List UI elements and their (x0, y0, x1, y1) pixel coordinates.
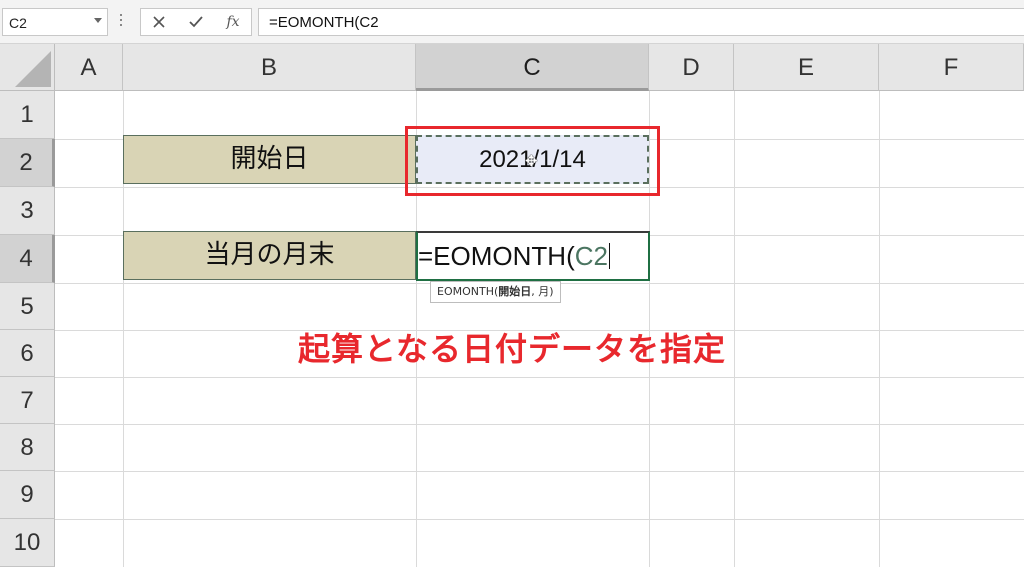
row-header-1[interactable]: 1 (0, 91, 55, 139)
chevron-down-icon[interactable] (94, 18, 102, 23)
gridline (734, 91, 735, 567)
highlight-box (405, 126, 660, 196)
resize-handle-icon[interactable] (119, 14, 123, 30)
formula-buttons: fx (140, 8, 252, 36)
column-header-d[interactable]: D (649, 44, 734, 91)
column-header-b[interactable]: B (123, 44, 416, 91)
row-header-6[interactable]: 6 (0, 330, 55, 377)
row-header-8[interactable]: 8 (0, 424, 55, 471)
gridline (55, 471, 1024, 472)
formula-bar: C2 fx =EOMONTH(C2 (0, 0, 1024, 44)
formula-prefix: =EOMONTH( (418, 241, 575, 271)
tooltip-func: EOMONTH( (437, 285, 499, 298)
annotation-text: 起算となる日付データを指定 (298, 330, 727, 368)
gridline (879, 91, 880, 567)
tooltip-rest: , 月) (531, 285, 554, 298)
row-header-10[interactable]: 10 (0, 519, 55, 567)
tooltip-arg-current[interactable]: 開始日 (498, 285, 531, 298)
name-box[interactable]: C2 (2, 8, 108, 36)
gridline (55, 377, 1024, 378)
column-header-c[interactable]: C (416, 44, 649, 91)
row-header-9[interactable]: 9 (0, 471, 55, 519)
cell-reference: C2 (574, 241, 608, 271)
row-header-2[interactable]: 2 (0, 139, 55, 187)
spreadsheet-grid: A B C D E F 1 2 3 4 5 6 7 8 9 10 開始日 202… (0, 44, 1024, 567)
row-header-3[interactable]: 3 (0, 187, 55, 235)
column-header-f[interactable]: F (879, 44, 1024, 91)
gridline (55, 424, 1024, 425)
enter-checkmark-icon[interactable] (184, 12, 208, 32)
cancel-icon[interactable] (147, 12, 171, 32)
insert-function-button[interactable]: fx (221, 12, 245, 32)
gridline (55, 519, 1024, 520)
cell-c4-formula: =EOMONTH(C2 (418, 241, 610, 272)
formula-text: =EOMONTH(C2 (269, 14, 379, 31)
row-header-5[interactable]: 5 (0, 283, 55, 330)
cell-b2[interactable]: 開始日 (123, 135, 416, 184)
formula-input[interactable]: =EOMONTH(C2 (258, 8, 1024, 36)
text-caret (608, 243, 610, 269)
row-header-4[interactable]: 4 (0, 235, 55, 283)
column-header-e[interactable]: E (734, 44, 879, 91)
row-header-7[interactable]: 7 (0, 377, 55, 424)
cell-c4-editing[interactable]: =EOMONTH(C2 (416, 231, 650, 281)
select-all-button[interactable] (0, 44, 55, 91)
function-tooltip: EOMONTH(開始日, 月) (430, 281, 561, 303)
cell-b4[interactable]: 当月の月末 (123, 231, 416, 280)
name-box-value: C2 (9, 15, 27, 31)
column-header-a[interactable]: A (55, 44, 123, 91)
